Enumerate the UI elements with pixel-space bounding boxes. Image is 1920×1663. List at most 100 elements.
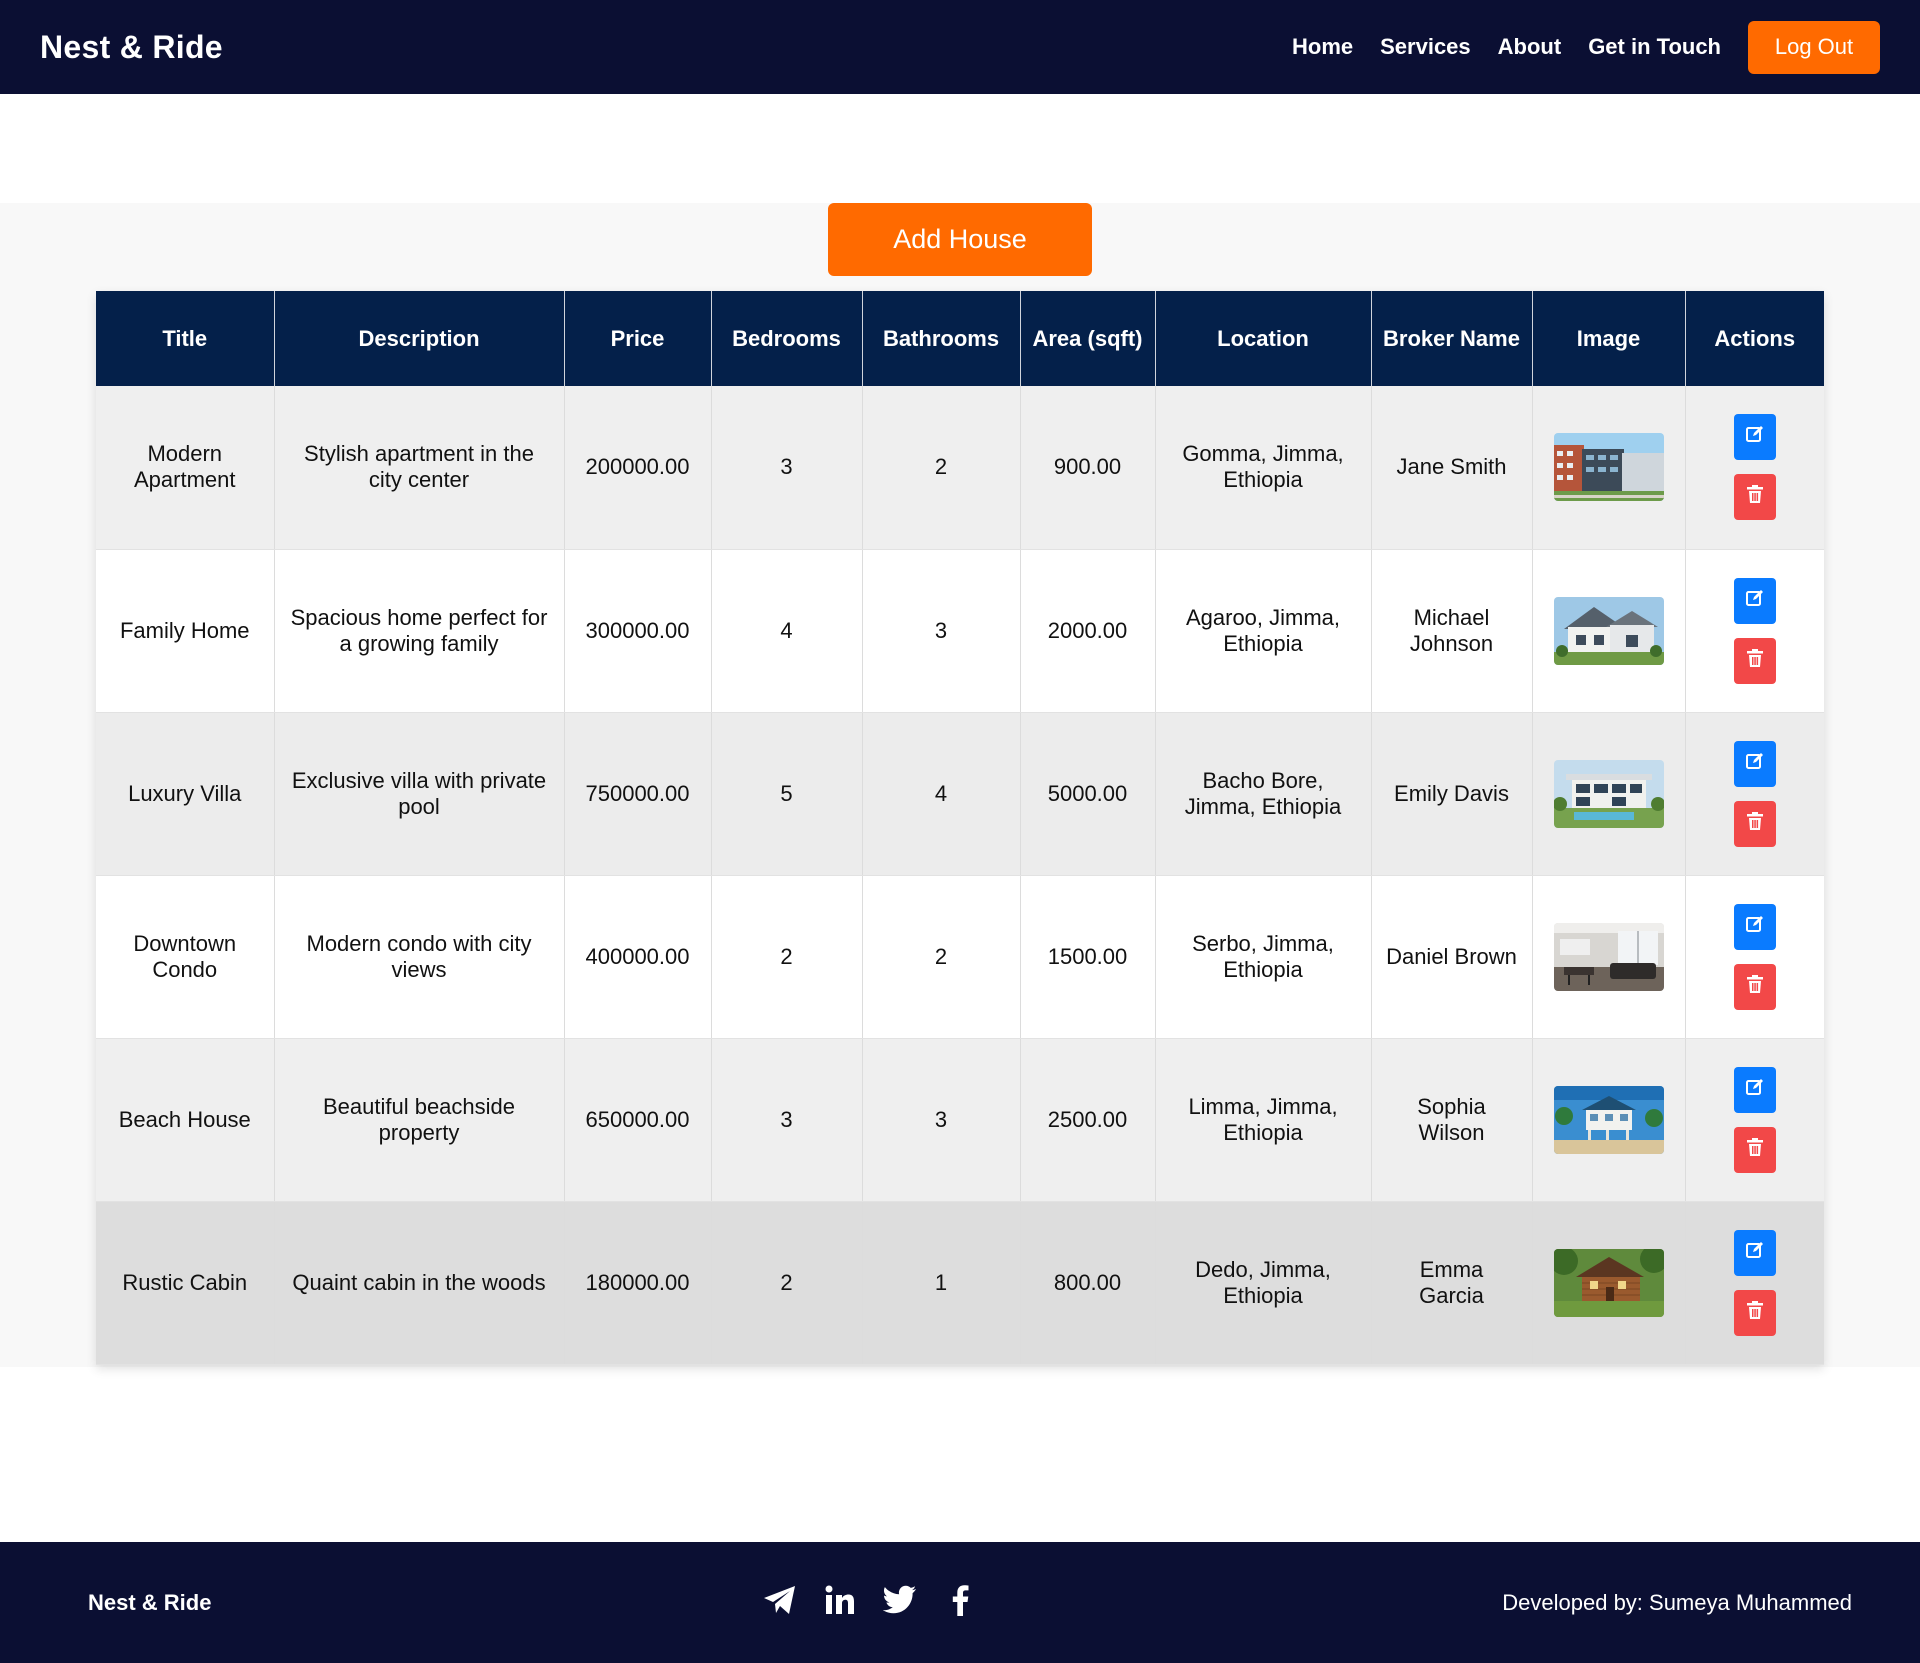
cell-bathrooms: 3 xyxy=(862,549,1021,713)
column-header-price: Price xyxy=(564,291,712,386)
column-header-description: Description xyxy=(274,291,565,386)
cell-image xyxy=(1532,386,1686,550)
beach-house-photo xyxy=(1547,1085,1671,1154)
cell-actions xyxy=(1685,875,1824,1039)
cell-actions xyxy=(1685,386,1824,550)
table-row: Beach House Beautiful beachside property 6… xyxy=(96,1038,1824,1202)
cell-bathrooms: 2 xyxy=(862,386,1021,550)
cell-bathrooms: 2 xyxy=(862,875,1021,1039)
houses-table-container: Title Description Price Bedrooms Bathroo… xyxy=(96,291,1824,1365)
wood-cabin-photo xyxy=(1547,1248,1671,1317)
column-header-title: Title xyxy=(96,291,275,386)
cell-price: 400000.00 xyxy=(564,875,712,1039)
cell-location: Agaroo, Jimma, Ethiopia xyxy=(1155,549,1372,713)
apartment-building-photo xyxy=(1547,433,1671,502)
cell-broker: Michael Johnson xyxy=(1371,549,1533,713)
cell-area: 900.00 xyxy=(1020,386,1156,550)
facebook-icon[interactable] xyxy=(940,1580,980,1620)
cell-bedrooms: 3 xyxy=(711,386,863,550)
delete-button[interactable] xyxy=(1733,1126,1776,1173)
cell-image xyxy=(1532,875,1686,1039)
brand-logo[interactable]: Nest & Ride xyxy=(40,29,223,66)
table-row: Luxury Villa Exclusive villa with private… xyxy=(96,712,1824,876)
cell-title: Rustic Cabin xyxy=(96,1201,275,1365)
delete-button[interactable] xyxy=(1733,637,1776,684)
cell-area: 800.00 xyxy=(1020,1201,1156,1365)
trash-icon xyxy=(1746,1300,1764,1326)
developer-credit: Developed by: Sumeya Muhammed xyxy=(1502,1590,1852,1615)
cell-image xyxy=(1532,712,1686,876)
cell-price: 750000.00 xyxy=(564,712,712,876)
trash-icon xyxy=(1746,974,1764,1000)
edit-button[interactable] xyxy=(1733,903,1776,950)
cell-price: 300000.00 xyxy=(564,549,712,713)
nav-services[interactable]: Services xyxy=(1380,34,1471,60)
cell-title: Luxury Villa xyxy=(96,712,275,876)
trash-icon xyxy=(1746,1137,1764,1163)
cell-location: Serbo, Jimma, Ethiopia xyxy=(1155,875,1372,1039)
condo-interior-photo xyxy=(1547,922,1671,991)
edit-icon xyxy=(1745,588,1765,614)
cell-actions xyxy=(1685,712,1824,876)
logout-button[interactable]: Log Out xyxy=(1748,20,1880,74)
cell-bedrooms: 5 xyxy=(711,712,863,876)
cell-broker: Emily Davis xyxy=(1371,712,1533,876)
main-section: Add House Title Description Price Bedroo… xyxy=(0,203,1920,1367)
cell-area: 1500.00 xyxy=(1020,875,1156,1039)
table-header-row: Title Description Price Bedrooms Bathroo… xyxy=(96,291,1824,386)
telegram-icon[interactable] xyxy=(760,1580,800,1620)
cell-broker: Jane Smith xyxy=(1371,386,1533,550)
edit-icon xyxy=(1745,1240,1765,1266)
column-header-image: Image xyxy=(1532,291,1686,386)
delete-button[interactable] xyxy=(1733,800,1776,847)
column-header-bathrooms: Bathrooms xyxy=(862,291,1021,386)
cell-actions xyxy=(1685,549,1824,713)
delete-button[interactable] xyxy=(1733,474,1776,521)
social-links xyxy=(760,1580,1000,1620)
cell-location: Bacho Bore, Jimma, Ethiopia xyxy=(1155,712,1372,876)
column-header-area: Area (sqft) xyxy=(1020,291,1156,386)
linkedin-icon[interactable] xyxy=(820,1580,860,1620)
add-house-button[interactable]: Add House xyxy=(828,203,1092,276)
cell-actions xyxy=(1685,1038,1824,1202)
cell-location: Dedo, Jimma, Ethiopia xyxy=(1155,1201,1372,1365)
nav-home[interactable]: Home xyxy=(1292,34,1353,60)
cell-description: Quaint cabin in the woods xyxy=(274,1201,565,1365)
main-nav: Home Services About Get in Touch Log Out xyxy=(1265,20,1880,74)
delete-button[interactable] xyxy=(1733,963,1776,1010)
table-row: Family Home Spacious home perfect for a g… xyxy=(96,549,1824,713)
cell-title: Downtown Condo xyxy=(96,875,275,1039)
twitter-icon[interactable] xyxy=(880,1580,920,1620)
delete-button[interactable] xyxy=(1733,1289,1776,1336)
cell-description: Spacious home perfect for a growing fami… xyxy=(274,549,565,713)
trash-icon xyxy=(1746,811,1764,837)
cell-price: 200000.00 xyxy=(564,386,712,550)
family-home-photo xyxy=(1547,596,1671,665)
edit-icon xyxy=(1745,1077,1765,1103)
cell-price: 650000.00 xyxy=(564,1038,712,1202)
nav-about[interactable]: About xyxy=(1498,34,1562,60)
column-header-location: Location xyxy=(1155,291,1372,386)
table-row: Modern Apartment Stylish apartment in the… xyxy=(96,386,1824,550)
edit-button[interactable] xyxy=(1733,740,1776,787)
cell-title: Family Home xyxy=(96,549,275,713)
trash-icon xyxy=(1746,484,1764,510)
nav-get-in-touch[interactable]: Get in Touch xyxy=(1588,34,1721,60)
edit-icon xyxy=(1745,914,1765,940)
houses-table: Title Description Price Bedrooms Bathroo… xyxy=(96,291,1824,1365)
cell-description: Modern condo with city views xyxy=(274,875,565,1039)
cell-location: Limma, Jimma, Ethiopia xyxy=(1155,1038,1372,1202)
cell-description: Beautiful beachside property xyxy=(274,1038,565,1202)
edit-button[interactable] xyxy=(1733,1229,1776,1276)
cell-image xyxy=(1532,549,1686,713)
cell-area: 5000.00 xyxy=(1020,712,1156,876)
edit-icon xyxy=(1745,424,1765,450)
cell-bathrooms: 3 xyxy=(862,1038,1021,1202)
cell-title: Modern Apartment xyxy=(96,386,275,550)
edit-button[interactable] xyxy=(1733,414,1776,461)
edit-icon xyxy=(1745,751,1765,777)
edit-button[interactable] xyxy=(1733,1066,1776,1113)
cell-broker: Emma Garcia xyxy=(1371,1201,1533,1365)
edit-button[interactable] xyxy=(1733,577,1776,624)
cell-actions xyxy=(1685,1201,1824,1365)
